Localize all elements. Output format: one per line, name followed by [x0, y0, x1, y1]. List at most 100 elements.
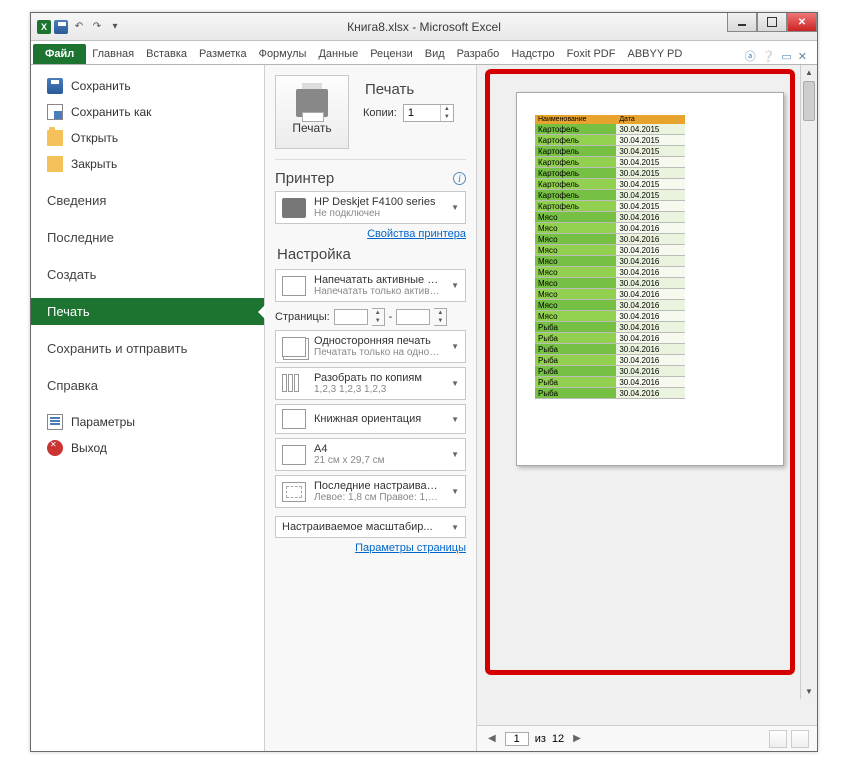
copies-input[interactable]: [404, 105, 440, 121]
page-number-input[interactable]: [505, 732, 529, 746]
settings-heading: Настройка: [277, 246, 466, 263]
qat-more-icon[interactable]: ▾: [107, 19, 123, 35]
sidebar-help[interactable]: Справка: [31, 372, 264, 399]
scaling-dropdown[interactable]: Настраиваемое масштабир... ▼: [275, 516, 466, 538]
scroll-thumb[interactable]: [803, 81, 815, 121]
tab-view[interactable]: Вид: [419, 44, 451, 64]
tab-file[interactable]: Файл: [33, 44, 86, 64]
app-window: X ↶ ↷ ▾ Книга8.xlsx - Microsoft Excel ✕ …: [30, 12, 818, 752]
pages-label: Страницы:: [275, 311, 330, 323]
page-next-button[interactable]: ▶: [570, 733, 584, 744]
sidebar-close[interactable]: Закрыть: [31, 151, 264, 177]
close-button[interactable]: ✕: [787, 13, 817, 32]
tab-insert[interactable]: Вставка: [140, 44, 193, 64]
margins-label: Последние настраиваемые ...: [314, 480, 443, 492]
tab-developer[interactable]: Разрабо: [451, 44, 506, 64]
pages-to-input[interactable]: [396, 309, 430, 325]
table-row: Мясо30.04.2016: [535, 234, 685, 245]
tab-review[interactable]: Рецензи: [364, 44, 419, 64]
maximize-button[interactable]: [757, 13, 787, 32]
tab-home[interactable]: Главная: [86, 44, 140, 64]
scroll-up-icon[interactable]: ▲: [801, 65, 817, 80]
copies-spinner[interactable]: ▲▼: [403, 104, 454, 122]
print-what-dropdown[interactable]: Напечатать активные листы Напечатать тол…: [275, 269, 466, 302]
sidebar-save[interactable]: Сохранить: [31, 73, 264, 99]
table-row: Картофель30.04.2015: [535, 201, 685, 212]
sidebar-saveas[interactable]: Сохранить как: [31, 99, 264, 125]
print-settings-panel: Печать Печать Копии: ▲▼ Принтер i: [265, 65, 477, 751]
highlight-box: Наименование Дата Картофель30.04.2015Кар…: [485, 69, 795, 675]
printer-info-icon[interactable]: i: [453, 172, 466, 185]
tab-formulas[interactable]: Формулы: [253, 44, 313, 64]
page-setup-link[interactable]: Параметры страницы: [275, 542, 466, 554]
margins-dropdown[interactable]: Последние настраиваемые ... Левое: 1,8 с…: [275, 475, 466, 508]
page-total: 12: [552, 733, 564, 745]
collate-icon: [282, 374, 306, 394]
preview-table: Наименование Дата Картофель30.04.2015Кар…: [535, 115, 685, 399]
sheet-icon: [282, 276, 306, 296]
table-row: Мясо30.04.2016: [535, 289, 685, 300]
print-button[interactable]: Печать: [275, 75, 349, 149]
paper-sub: 21 см x 29,7 см: [314, 455, 443, 466]
tab-foxit[interactable]: Foxit PDF: [561, 44, 622, 64]
minimize-ribbon-icon[interactable]: ⓐ: [745, 48, 756, 64]
printer-status: Не подключен: [314, 208, 443, 219]
window-title: Книга8.xlsx - Microsoft Excel: [347, 20, 501, 34]
sidebar-print[interactable]: Печать: [31, 298, 264, 325]
workbook-close-icon[interactable]: ✕: [798, 50, 807, 63]
sidebar-info[interactable]: Сведения: [31, 187, 264, 214]
printer-dropdown[interactable]: HP Deskjet F4100 series Не подключен ▼: [275, 191, 466, 224]
preview-canvas: Наименование Дата Картофель30.04.2015Кар…: [477, 65, 817, 725]
sidebar-recent[interactable]: Последние: [31, 224, 264, 251]
margins-sub: Левое: 1,8 см Правое: 1,8 ...: [314, 492, 443, 503]
pages-from-down[interactable]: ▼: [372, 317, 384, 325]
table-row: Рыба30.04.2016: [535, 377, 685, 388]
save-icon[interactable]: [53, 19, 69, 35]
help-icon[interactable]: ❔: [762, 50, 776, 63]
copies-down-icon[interactable]: ▼: [441, 113, 453, 121]
printer-name: HP Deskjet F4100 series: [314, 196, 443, 208]
backstage-sidebar: Сохранить Сохранить как Открыть Закрыть …: [31, 65, 265, 751]
sidebar-sendshare[interactable]: Сохранить и отправить: [31, 335, 264, 362]
table-row: Картофель30.04.2015: [535, 168, 685, 179]
sidebar-new[interactable]: Создать: [31, 261, 264, 288]
duplex-dropdown[interactable]: Односторонняя печать Печатать только на …: [275, 330, 466, 363]
sidebar-options[interactable]: Параметры: [31, 409, 264, 435]
paper-icon: [282, 445, 306, 465]
ribbon-tabs: Файл Главная Вставка Разметка Формулы Да…: [31, 41, 817, 65]
zoom-to-page-button[interactable]: [791, 730, 809, 748]
chevron-down-icon: ▼: [451, 415, 459, 424]
table-row: Картофель30.04.2015: [535, 179, 685, 190]
minimize-button[interactable]: [727, 13, 757, 32]
sidebar-save-label: Сохранить: [71, 79, 131, 93]
tab-data[interactable]: Данные: [312, 44, 364, 64]
tab-addins[interactable]: Надстро: [505, 44, 560, 64]
printer-properties-link[interactable]: Свойства принтера: [275, 228, 466, 240]
table-row: Мясо30.04.2016: [535, 311, 685, 322]
paper-dropdown[interactable]: A4 21 см x 29,7 см ▼: [275, 438, 466, 471]
ribbon-options-icon[interactable]: ▭: [781, 50, 791, 63]
redo-icon[interactable]: ↷: [89, 19, 105, 35]
print-what-label: Напечатать активные листы: [314, 274, 443, 286]
chevron-down-icon: ▼: [451, 342, 459, 351]
table-row: Рыба30.04.2016: [535, 366, 685, 377]
collate-dropdown[interactable]: Разобрать по копиям 1,2,3 1,2,3 1,2,3 ▼: [275, 367, 466, 400]
sidebar-open[interactable]: Открыть: [31, 125, 264, 151]
table-row: Мясо30.04.2016: [535, 256, 685, 267]
undo-icon[interactable]: ↶: [71, 19, 87, 35]
show-margins-button[interactable]: [769, 730, 787, 748]
pages-to-down[interactable]: ▼: [434, 317, 446, 325]
sidebar-exit[interactable]: Выход: [31, 435, 264, 461]
table-row: Картофель30.04.2015: [535, 135, 685, 146]
tab-abbyy[interactable]: ABBYY PD: [621, 44, 688, 64]
preview-scrollbar[interactable]: ▲ ▼: [800, 65, 817, 699]
pages-to-up[interactable]: ▲: [434, 309, 446, 317]
pages-from-up[interactable]: ▲: [372, 309, 384, 317]
table-row: Картофель30.04.2015: [535, 157, 685, 168]
scroll-down-icon[interactable]: ▼: [801, 684, 817, 699]
pages-from-input[interactable]: [334, 309, 368, 325]
tab-layout[interactable]: Разметка: [193, 44, 253, 64]
page-prev-button[interactable]: ◀: [485, 733, 499, 744]
copies-up-icon[interactable]: ▲: [441, 105, 453, 113]
orientation-dropdown[interactable]: Книжная ориентация ▼: [275, 404, 466, 434]
